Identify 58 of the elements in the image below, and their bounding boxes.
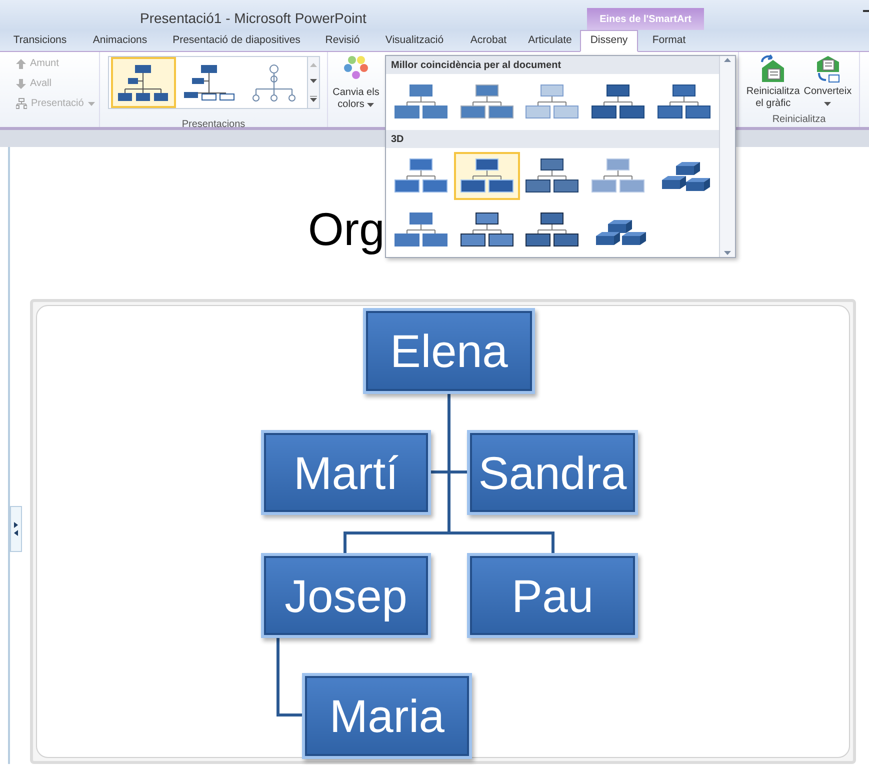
org-chart-icon: [524, 158, 580, 194]
org-chart-node: Pau: [467, 553, 638, 638]
group-label: Presentacions: [182, 118, 246, 132]
more-icon: [310, 96, 317, 102]
down-arrow-icon: [16, 78, 26, 88]
org-chart-icon: [590, 84, 646, 120]
org-chart-icon: [116, 62, 170, 102]
ribbon-tab[interactable]: Disseny: [580, 30, 638, 52]
org-chart-node: Martí: [261, 430, 431, 515]
slide-title: Org: [308, 203, 385, 255]
ribbon-tab[interactable]: Visualització: [372, 30, 457, 51]
gallery-section-header: 3D: [386, 130, 719, 148]
org-chart-icon: [392, 212, 449, 248]
collapse-icon: [14, 530, 18, 536]
ribbon-tab[interactable]: Presentació de diapositives: [160, 30, 313, 51]
up-arrow-icon: [16, 58, 26, 68]
contextual-tab-title: Eines de l'SmartArt: [600, 12, 692, 26]
text-pane-toggle[interactable]: [10, 506, 22, 552]
org-chart-icon: [524, 84, 580, 120]
expand-icon: [14, 522, 18, 528]
org-chart-node: Sandra: [467, 430, 638, 515]
org-chart-icon: [458, 212, 515, 248]
group-label: Reinicialitza: [772, 113, 826, 127]
ribbon-tab[interactable]: Revisió: [313, 30, 372, 51]
scroll-up-icon: [724, 58, 731, 62]
org-chart-node: Elena: [363, 308, 535, 394]
change-colors-button[interactable]: Canvia els colors: [328, 52, 384, 127]
org-chart-node: Josep: [261, 553, 431, 638]
ribbon-tab[interactable]: Acrobat: [457, 30, 520, 51]
caret-icon: [824, 102, 832, 106]
ribbon-large-button[interactable]: Reinicialitza el gràfic: [745, 54, 801, 110]
layout-option[interactable]: [110, 57, 176, 108]
gallery-section-header: Millor coincidència per al document: [386, 56, 719, 74]
ribbon-tab[interactable]: Transicions: [0, 30, 80, 51]
gallery-scrollbar[interactable]: [719, 56, 735, 257]
org-chart-icon: [590, 158, 646, 194]
scroll-down-icon: [310, 79, 317, 84]
ribbon-tab[interactable]: Articulate: [520, 30, 580, 51]
hierarchy-icon: [182, 62, 236, 102]
ribbon-large-button[interactable]: Converteix: [802, 54, 853, 110]
org-chart-icon: [458, 158, 515, 194]
scroll-up-icon: [310, 63, 317, 68]
caret-icon: [367, 103, 374, 107]
ribbon-tab[interactable]: Format: [638, 30, 700, 51]
ribbon-tab[interactable]: Animacions: [80, 30, 160, 51]
color-dots-icon: [343, 55, 369, 81]
window-title: Presentació1 - Microsoft PowerPoint: [140, 9, 366, 28]
org-chart-node: Maria: [302, 673, 472, 759]
org-chart-icon: [656, 84, 712, 120]
org-chart-icon: [392, 84, 449, 120]
scroll-down-icon: [724, 251, 731, 255]
style-option[interactable]: [454, 152, 520, 200]
layout-icon: [16, 98, 27, 109]
org-chart-icon: [524, 212, 580, 248]
org-chart-icon: [392, 158, 449, 194]
caret-icon: [88, 102, 95, 106]
org-chart-icon: [458, 84, 515, 120]
gallery-scrollbar[interactable]: [306, 57, 319, 108]
